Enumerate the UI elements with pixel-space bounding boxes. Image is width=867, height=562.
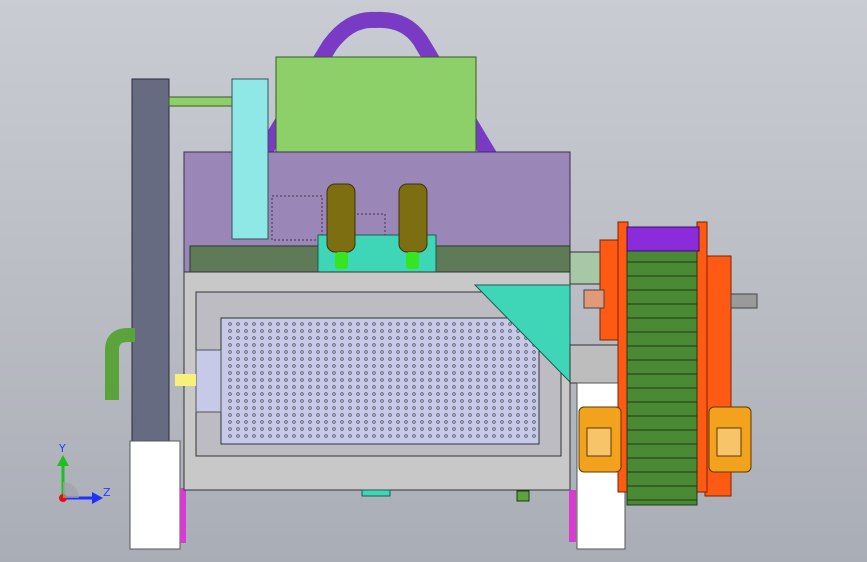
belt xyxy=(626,249,698,506)
left-column xyxy=(131,78,170,442)
gearbox-left-inner xyxy=(586,427,612,457)
bottom-teal-tab xyxy=(361,489,391,497)
cyan-pipe xyxy=(231,78,269,240)
belt-top-purple xyxy=(626,226,700,252)
left-shaft xyxy=(583,289,605,309)
gearbox-right-inner xyxy=(716,427,742,457)
green-rod-right xyxy=(406,252,419,269)
drum-yellow-tab xyxy=(175,374,196,386)
green-rod-left xyxy=(335,252,348,269)
axis-triad xyxy=(57,455,103,504)
left-column-base xyxy=(129,440,181,550)
right-magenta-strip xyxy=(569,490,576,542)
orange-frame-mid-right xyxy=(696,221,708,493)
left-magenta-strip xyxy=(180,488,186,543)
assembly-model[interactable] xyxy=(0,0,867,562)
y-axis-arrow xyxy=(57,455,69,466)
top-green-pipe xyxy=(168,96,240,107)
bottom-green-tab xyxy=(516,490,530,502)
right-shaft xyxy=(730,293,758,309)
olive-cylinder-left xyxy=(326,183,356,253)
z-axis-label: Z xyxy=(103,486,111,499)
cad-viewport[interactable]: Y Z xyxy=(0,0,867,562)
hopper xyxy=(275,56,477,153)
right-gray-plate xyxy=(569,344,626,384)
y-axis-label: Y xyxy=(59,442,66,455)
olive-cylinder-right xyxy=(398,183,428,253)
z-axis-arrow xyxy=(92,492,103,504)
drum-mesh xyxy=(220,317,540,445)
triad-quarter xyxy=(63,482,79,498)
drum-left-plate xyxy=(195,349,222,413)
